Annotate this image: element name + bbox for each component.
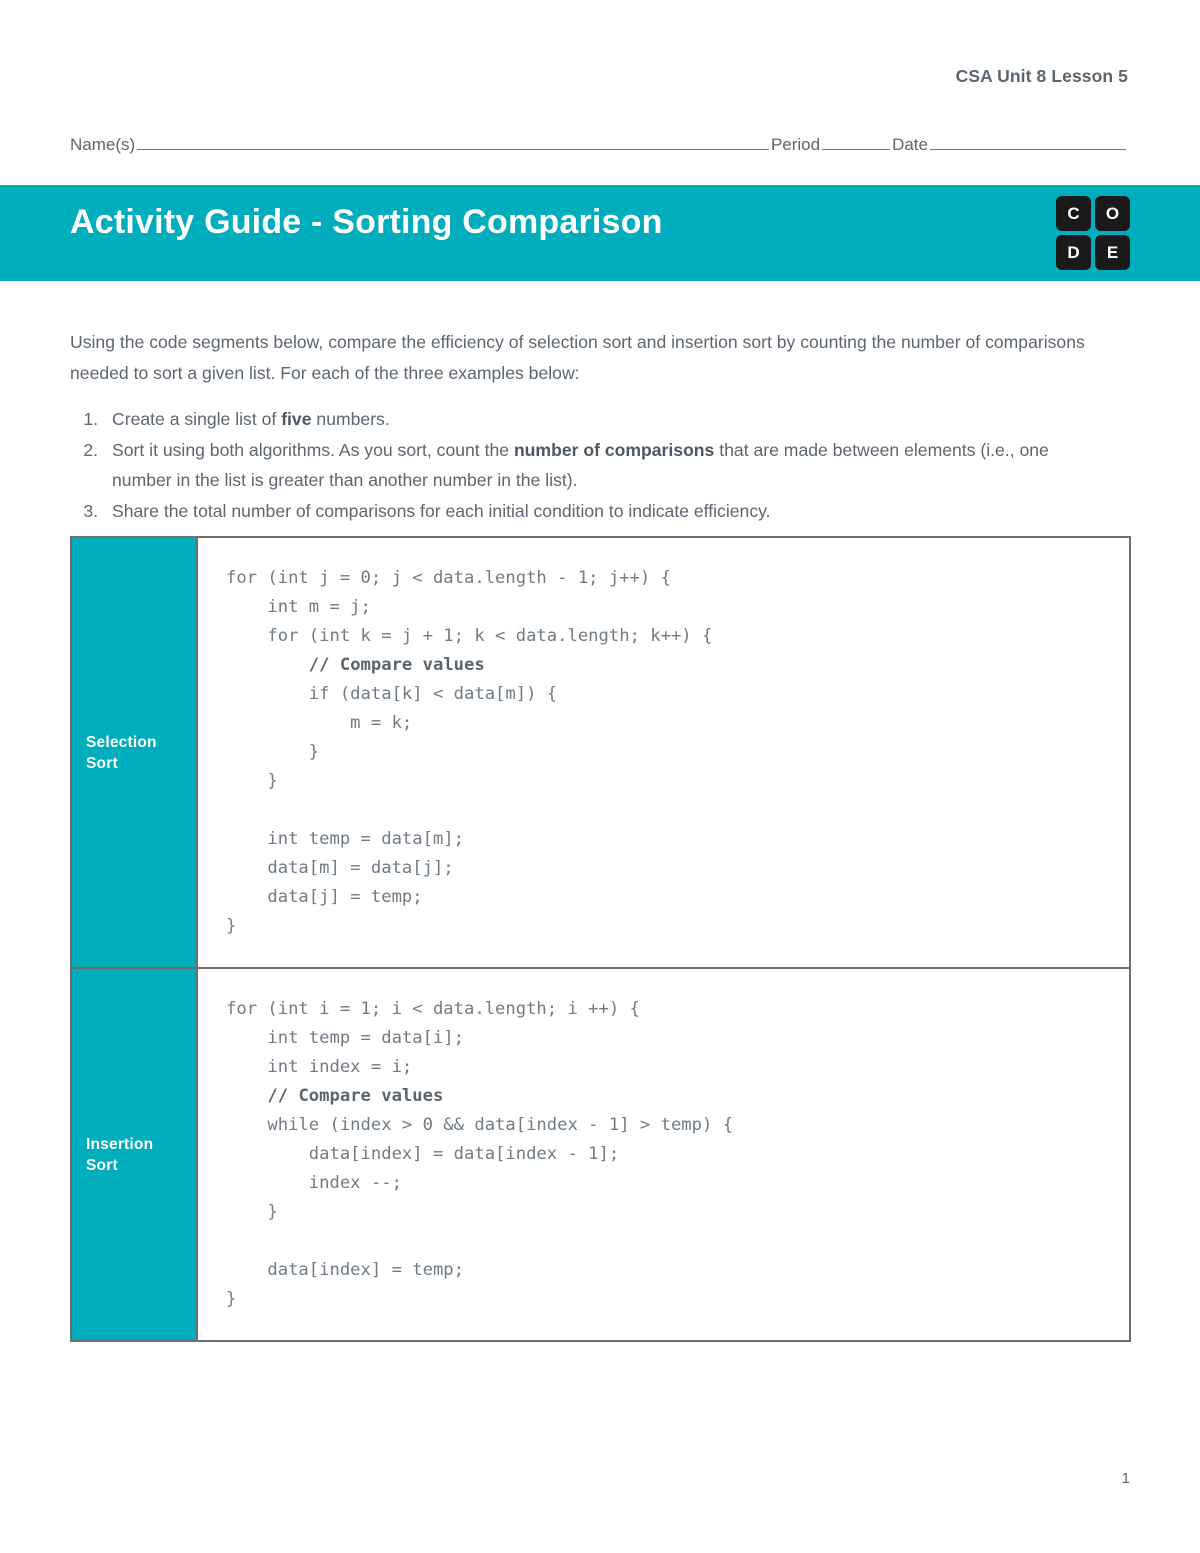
list-item-fragment: Share the total number of comparisons fo…: [112, 501, 771, 521]
list-item-fragment: Sort it using both algorithms. As you so…: [112, 440, 514, 460]
name-period-date-line: Name(s) Period Date: [70, 135, 1128, 155]
code-fragment: while (index > 0 && data[index - 1] > te…: [226, 1115, 734, 1309]
logo-tile-c: C: [1056, 196, 1091, 231]
row-label-line2: Sort: [86, 1156, 118, 1174]
list-item-number: 3.: [83, 501, 98, 521]
page-title: Activity Guide - Sorting Comparison: [70, 203, 663, 241]
row-label-line2: Sort: [86, 754, 118, 772]
code-block: for (int i = 1; i < data.length; i ++) {…: [226, 995, 1111, 1314]
list-item-fragment: Create a single list of: [112, 409, 282, 429]
logo-tile-o: O: [1095, 196, 1130, 231]
page-number: 1: [1121, 1470, 1130, 1487]
period-input-rule[interactable]: [822, 135, 891, 151]
list-item: 1. Create a single list of five numbers.: [70, 404, 1110, 434]
insertion-sort-row-label: Insertion Sort: [72, 969, 198, 1340]
code-comment: // Compare values: [267, 1086, 444, 1106]
insertion-sort-row: Insertion Sort for (int i = 1; i < data.le…: [72, 967, 1129, 1340]
list-item-number: 2.: [83, 440, 98, 460]
code-org-logo: CODE: [1056, 196, 1130, 270]
selection-sort-row: Selection Sort for (int j = 0; j < data.le…: [72, 538, 1129, 967]
row-label-text: Selection Sort: [86, 732, 157, 774]
list-item-emphasis: five: [281, 409, 312, 429]
logo-tile-e: E: [1095, 235, 1130, 270]
list-item-number: 1.: [83, 409, 98, 429]
instruction-list: 1. Create a single list of five numbers. 2…: [70, 404, 1110, 527]
course-unit-label: CSA Unit 8 Lesson 5: [955, 66, 1128, 86]
name-label: Name(s): [70, 135, 136, 155]
selection-sort-row-label: Selection Sort: [72, 538, 198, 967]
date-input-rule[interactable]: [930, 135, 1126, 151]
list-item-emphasis: number of comparisons: [513, 440, 715, 460]
logo-tile-d: D: [1056, 235, 1091, 270]
row-label-text: Insertion Sort: [86, 1134, 153, 1176]
row-label-line1: Selection: [86, 733, 157, 751]
list-item-text: Share the total number of comparisons fo…: [112, 496, 1110, 526]
code-fragment: if (data[k] < data[m]) { m = k; } } int …: [226, 684, 558, 936]
intro-paragraph: Using the code segments below, compare t…: [70, 332, 1085, 383]
title-banner: Activity Guide - Sorting Comparison: [0, 185, 1200, 281]
sorting-code-table: Selection Sort for (int j = 0; j < data.le…: [70, 536, 1131, 1342]
date-label: Date: [892, 135, 928, 155]
code-comment: // Compare values: [308, 655, 485, 675]
name-input-rule[interactable]: [137, 135, 769, 151]
list-item-fragment: numbers.: [311, 409, 390, 429]
list-item: 2. Sort it using both algorithms. As you …: [70, 435, 1110, 495]
code-block: for (int j = 0; j < data.length - 1; j++…: [226, 564, 1111, 941]
list-item: 3. Share the total number of comparisons …: [70, 496, 1110, 526]
insertion-sort-row-code-cell: for (int i = 1; i < data.length; i ++) {…: [198, 969, 1129, 1340]
selection-sort-row-code-cell: for (int j = 0; j < data.length - 1; j++…: [198, 538, 1129, 967]
list-item-text: Create a single list of five numbers.: [112, 404, 1110, 434]
list-item-text: Sort it using both algorithms. As you so…: [112, 435, 1110, 495]
period-label: Period: [770, 135, 821, 155]
row-label-line1: Insertion: [86, 1135, 154, 1153]
